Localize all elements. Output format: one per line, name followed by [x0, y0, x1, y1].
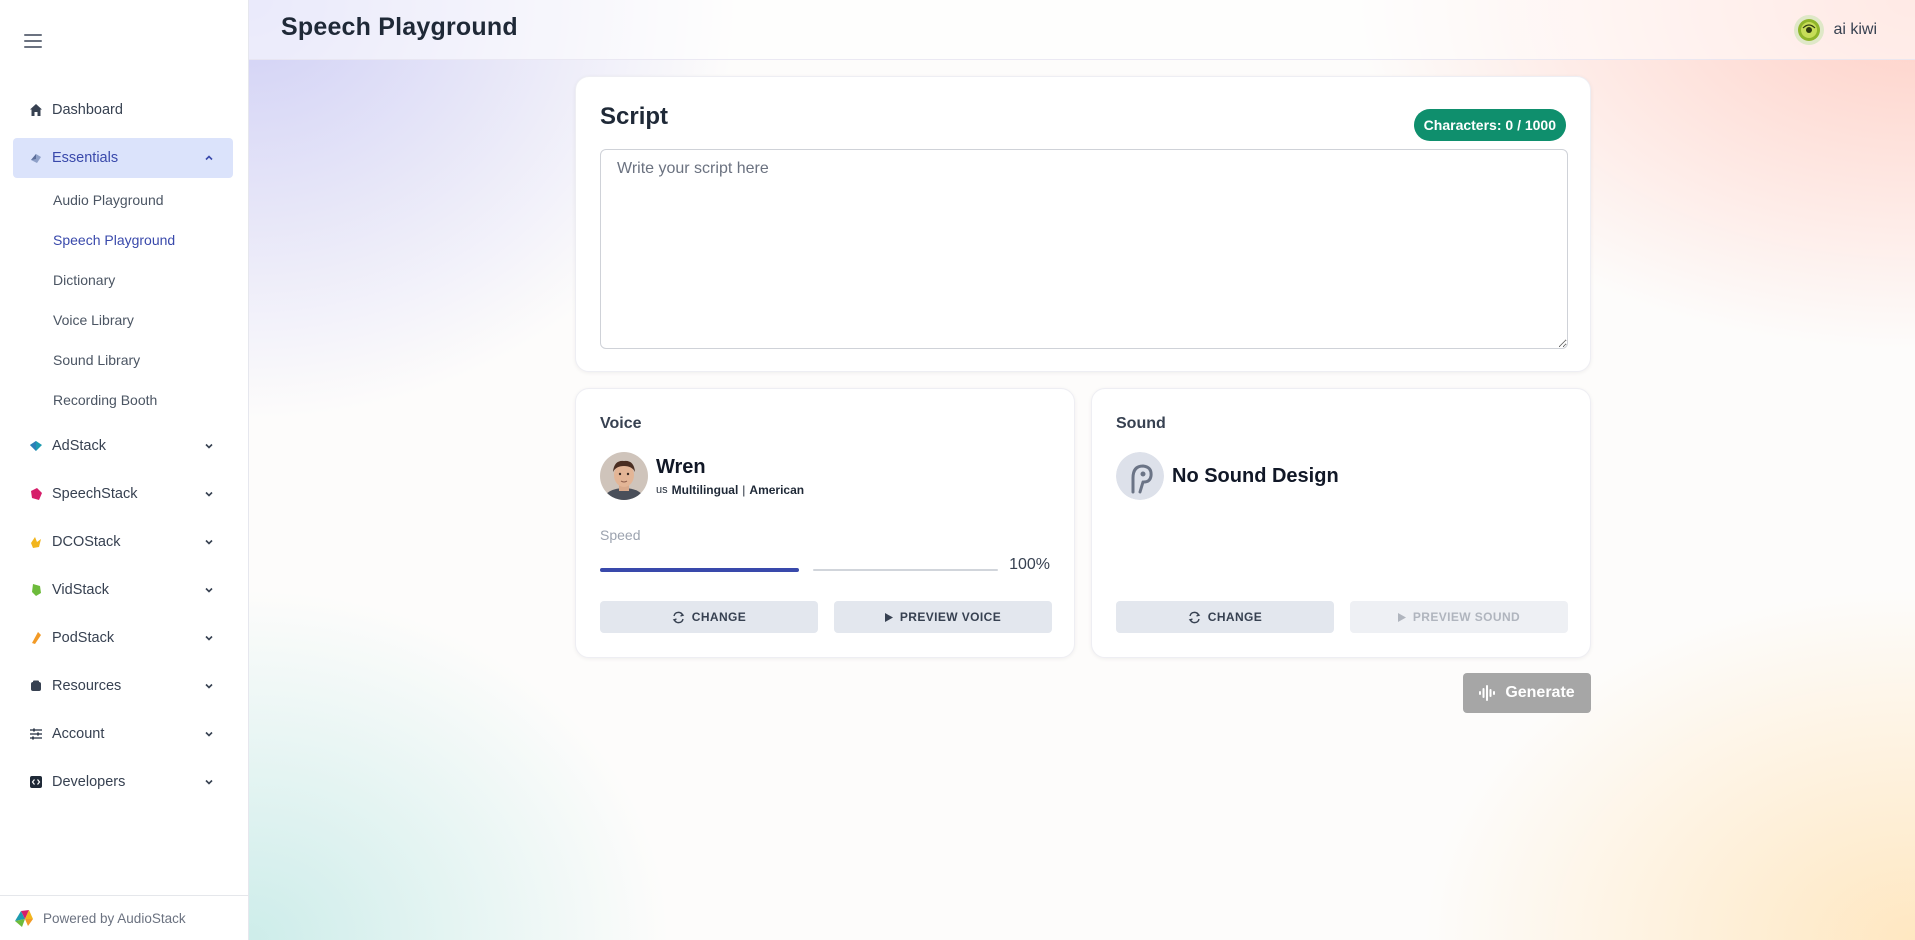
dcostack-icon	[29, 535, 43, 549]
chevron-down-icon	[203, 584, 215, 596]
play-icon	[884, 612, 893, 622]
preview-voice-label: PREVIEW VOICE	[899, 610, 1002, 624]
sidebar-item-label: PodStack	[52, 630, 115, 646]
sidebar: Dashboard Essentials Audio Playground Sp…	[0, 0, 249, 940]
code-icon	[29, 775, 43, 789]
avatar	[1793, 14, 1825, 46]
character-count-badge: Characters: 0 / 1000	[1413, 109, 1566, 141]
chevron-down-icon	[203, 536, 215, 548]
voice-accent: American	[749, 483, 805, 497]
voice-avatar	[600, 452, 648, 500]
chevron-down-icon	[203, 776, 215, 788]
sidebar-item-speechstack[interactable]: SpeechStack	[13, 474, 233, 514]
chevron-up-icon	[203, 152, 215, 164]
change-voice-button[interactable]: CHANGE	[600, 601, 818, 633]
menu-toggle-icon[interactable]	[24, 34, 42, 48]
preview-sound-label: PREVIEW SOUND	[1412, 610, 1521, 624]
sidebar-subitem-dictionary[interactable]: Dictionary	[13, 260, 233, 300]
podstack-icon	[29, 631, 43, 645]
voice-section-label: Voice	[600, 415, 642, 432]
adstack-icon	[29, 439, 43, 453]
voice-meta: us Multilingual | American	[656, 483, 804, 497]
sidebar-item-label: VidStack	[52, 582, 109, 598]
swap-icon	[1188, 611, 1201, 624]
preview-sound-button[interactable]: PREVIEW SOUND	[1350, 601, 1568, 633]
chevron-down-icon	[203, 680, 215, 692]
sound-name: No Sound Design	[1172, 465, 1339, 487]
chevron-down-icon	[203, 440, 215, 452]
sidebar-item-account[interactable]: Account	[13, 714, 233, 754]
preview-voice-button[interactable]: PREVIEW VOICE	[834, 601, 1052, 633]
sidebar-item-label: Essentials	[52, 150, 119, 166]
vidstack-icon	[29, 583, 43, 597]
sidebar-item-vidstack[interactable]: VidStack	[13, 570, 233, 610]
sidebar-subitem-speech-playground[interactable]: Speech Playground	[13, 220, 233, 260]
sidebar-item-adstack[interactable]: AdStack	[13, 426, 233, 466]
sidebar-item-dashboard[interactable]: Dashboard	[13, 90, 233, 130]
change-sound-button[interactable]: CHANGE	[1116, 601, 1334, 633]
chevron-down-icon	[203, 728, 215, 740]
powered-by-text: Powered by AudioStack	[43, 910, 186, 926]
generate-button[interactable]: Generate	[1463, 673, 1591, 713]
voice-meta-separator: |	[742, 483, 746, 497]
change-voice-label: CHANGE	[691, 610, 747, 624]
voice-language: Multilingual	[671, 483, 739, 497]
voice-name: Wren	[656, 456, 706, 478]
no-sound-avatar-icon	[1116, 452, 1164, 500]
sidebar-item-podstack[interactable]: PodStack	[13, 618, 233, 658]
script-title: Script	[600, 103, 669, 130]
character-count-value: 0 / 1000	[1505, 117, 1556, 133]
resources-icon	[29, 679, 43, 693]
speed-slider[interactable]	[600, 564, 998, 578]
sidebar-item-label: Dashboard	[52, 102, 123, 118]
sidebar-item-label: AdStack	[52, 438, 106, 454]
chevron-down-icon	[203, 488, 215, 500]
sidebar-item-resources[interactable]: Resources	[13, 666, 233, 706]
main-content: Speech Playground ai kiwi Script Charact…	[249, 0, 1915, 940]
user-menu[interactable]: ai kiwi	[1793, 14, 1877, 46]
essentials-submenu: Audio Playground Speech Playground Dicti…	[13, 180, 233, 420]
sidebar-subitem-sound-library[interactable]: Sound Library	[13, 340, 233, 380]
character-count-label: Characters:	[1423, 117, 1502, 133]
script-card: Script Characters: 0 / 1000	[575, 76, 1591, 372]
sidebar-subitem-recording-booth[interactable]: Recording Booth	[13, 380, 233, 420]
sidebar-item-dcostack[interactable]: DCOStack	[13, 522, 233, 562]
sidebar-item-label: SpeechStack	[52, 486, 138, 502]
sidebar-item-label: Developers	[52, 774, 126, 790]
essentials-icon	[29, 151, 43, 165]
sidebar-item-label: Resources	[52, 678, 122, 694]
sliders-icon	[29, 727, 43, 741]
play-icon	[1397, 612, 1406, 622]
speechstack-icon	[29, 487, 43, 501]
selected-voice: Wren us Multilingual | American	[600, 452, 804, 500]
speed-value: 100%	[1009, 556, 1050, 573]
us-flag-icon: us	[656, 484, 668, 496]
page-title: Speech Playground	[281, 13, 518, 41]
sidebar-nav: Dashboard Essentials Audio Playground Sp…	[13, 90, 233, 810]
script-input[interactable]	[600, 149, 1568, 349]
waveform-icon	[1479, 685, 1497, 701]
chevron-down-icon	[203, 632, 215, 644]
speed-slider-track	[813, 569, 998, 571]
home-icon	[29, 103, 43, 117]
sound-card: Sound No Sound Design CHANGE PREVIEW SOU…	[1091, 388, 1591, 658]
sidebar-item-label: Account	[52, 726, 105, 742]
sidebar-item-developers[interactable]: Developers	[13, 762, 233, 802]
speed-label: Speed	[600, 527, 641, 543]
sidebar-subitem-audio-playground[interactable]: Audio Playground	[13, 180, 233, 220]
swap-icon	[672, 611, 685, 624]
sidebar-item-label: DCOStack	[52, 534, 121, 550]
sidebar-item-essentials[interactable]: Essentials	[13, 138, 233, 178]
sidebar-footer: Powered by AudioStack	[0, 895, 249, 940]
change-sound-label: CHANGE	[1207, 610, 1263, 624]
selected-sound: No Sound Design	[1116, 452, 1339, 500]
top-bar: Speech Playground ai kiwi	[249, 0, 1915, 60]
user-name: ai kiwi	[1833, 21, 1877, 38]
generate-label: Generate	[1505, 684, 1575, 701]
voice-card: Voice Wren us Multilingual | American Sp…	[575, 388, 1075, 658]
speed-slider-fill	[600, 568, 799, 572]
audiostack-logo-icon	[13, 907, 35, 929]
sidebar-subitem-voice-library[interactable]: Voice Library	[13, 300, 233, 340]
sound-section-label: Sound	[1116, 415, 1166, 432]
